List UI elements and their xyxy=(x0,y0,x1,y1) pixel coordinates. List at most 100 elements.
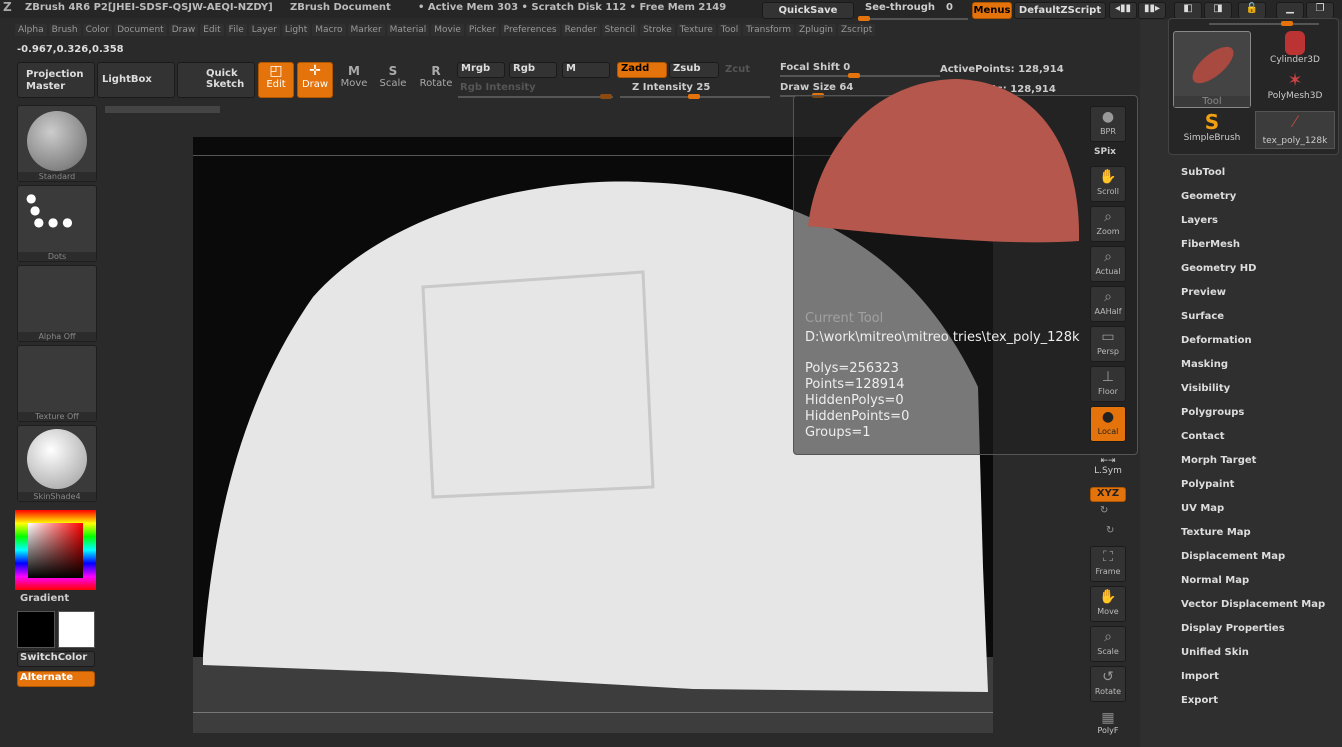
mrgb-button[interactable]: Mrgb xyxy=(457,62,505,78)
tool-menu-export[interactable]: Export xyxy=(1181,695,1325,719)
spix-slider[interactable]: SPix xyxy=(1094,147,1116,157)
scroll-button[interactable]: ✋ Scroll xyxy=(1090,166,1126,202)
menu-tool[interactable]: Tool xyxy=(717,24,742,36)
menu-brush[interactable]: Brush xyxy=(48,24,81,36)
alpha-selector[interactable]: Alpha Off xyxy=(17,265,97,342)
menu-material[interactable]: Material xyxy=(386,24,430,36)
z-rotate-icon[interactable]: ↻ xyxy=(1106,525,1114,536)
y-rotate-icon[interactable]: ↻ xyxy=(1100,505,1108,516)
tool-simplebrush[interactable]: S SimpleBrush xyxy=(1173,111,1251,143)
stroke-selector[interactable]: ● ● ● ● ● Dots xyxy=(17,185,97,262)
actual-button[interactable]: ⌕ Actual xyxy=(1090,246,1126,282)
frame-button[interactable]: ⛶ Frame xyxy=(1090,546,1126,582)
menu-macro[interactable]: Macro xyxy=(312,24,346,36)
menu-alpha[interactable]: Alpha xyxy=(15,24,47,36)
current-tool-thumbnail[interactable]: Tool xyxy=(1173,31,1251,108)
xyz-rotate-button[interactable]: XYZ xyxy=(1090,487,1126,502)
tool-menu-visibility[interactable]: Visibility xyxy=(1181,383,1325,407)
draw-button[interactable]: ✛ Draw xyxy=(297,62,333,98)
tool-menu-contact[interactable]: Contact xyxy=(1181,431,1325,455)
menu-layer[interactable]: Layer xyxy=(248,24,280,36)
material-selector[interactable]: SkinShade4 xyxy=(17,425,97,502)
menu-preferences[interactable]: Preferences xyxy=(500,24,560,36)
menu-color[interactable]: Color xyxy=(82,24,113,36)
tool-menu-fibermesh[interactable]: FiberMesh xyxy=(1181,239,1325,263)
menu-marker[interactable]: Marker xyxy=(347,24,385,36)
projection-master-button[interactable]: Projection Master xyxy=(17,62,95,98)
lock-icon[interactable]: 🔓 xyxy=(1238,2,1266,19)
menu-transform[interactable]: Transform xyxy=(743,24,794,36)
tool-menu-geometry[interactable]: Geometry xyxy=(1181,191,1325,215)
floor-button[interactable]: ⊥ Floor xyxy=(1090,366,1126,402)
menu-light[interactable]: Light xyxy=(281,24,311,36)
tool-menu-import[interactable]: Import xyxy=(1181,671,1325,695)
tool-menu-morph-target[interactable]: Morph Target xyxy=(1181,455,1325,479)
menu-edit[interactable]: Edit xyxy=(200,24,224,36)
scale-view-button[interactable]: ⌕ Scale xyxy=(1090,626,1126,662)
tool-menu-normal-map[interactable]: Normal Map xyxy=(1181,575,1325,599)
menu-render[interactable]: Render xyxy=(561,24,600,36)
polyf-button[interactable]: ▦ PolyF xyxy=(1090,710,1126,735)
menu-zplugin[interactable]: Zplugin xyxy=(796,24,837,36)
minimize-icon[interactable]: ▁ xyxy=(1276,2,1304,19)
tool-menu-subtool[interactable]: SubTool xyxy=(1181,167,1325,191)
rgb-button[interactable]: Rgb xyxy=(509,62,557,78)
tool-menu-unified-skin[interactable]: Unified Skin xyxy=(1181,647,1325,671)
scroll-right-icon[interactable]: ▮▮▸ xyxy=(1138,2,1166,19)
tool-menu-texture-map[interactable]: Texture Map xyxy=(1181,527,1325,551)
tool-tex-poly-128k[interactable]: ⁄ tex_poly_128k xyxy=(1255,111,1335,149)
switch-color-button[interactable]: SwitchColor xyxy=(17,651,95,667)
local-button[interactable]: ● Local xyxy=(1090,406,1126,442)
secondary-color-swatch[interactable] xyxy=(58,611,95,648)
layout-next-icon[interactable]: ◨ xyxy=(1204,2,1232,19)
z-intensity-slider[interactable] xyxy=(620,94,770,99)
zoom-button[interactable]: ⌕ Zoom xyxy=(1090,206,1126,242)
tool-menu-displacement-map[interactable]: Displacement Map xyxy=(1181,551,1325,575)
menu-picker[interactable]: Picker xyxy=(465,24,499,36)
m-button[interactable]: M xyxy=(562,62,610,78)
menu-draw[interactable]: Draw xyxy=(168,24,199,36)
tool-menu-uv-map[interactable]: UV Map xyxy=(1181,503,1325,527)
rotate-button[interactable]: R Rotate xyxy=(418,64,454,89)
tool-menu-surface[interactable]: Surface xyxy=(1181,311,1325,335)
tool-menu-preview[interactable]: Preview xyxy=(1181,287,1325,311)
tool-menu-deformation[interactable]: Deformation xyxy=(1181,335,1325,359)
tool-menu-masking[interactable]: Masking xyxy=(1181,359,1325,383)
zsub-button[interactable]: Zsub xyxy=(669,62,719,78)
see-through-slider[interactable] xyxy=(858,16,968,21)
menu-movie[interactable]: Movie xyxy=(431,24,464,36)
menu-texture[interactable]: Texture xyxy=(676,24,716,36)
tool-menu-display-properties[interactable]: Display Properties xyxy=(1181,623,1325,647)
tool-menu-layers[interactable]: Layers xyxy=(1181,215,1325,239)
quicksave-button[interactable]: QuickSave xyxy=(762,2,854,19)
bpr-button[interactable]: ● BPR xyxy=(1090,106,1126,142)
texture-selector[interactable]: Texture Off xyxy=(17,345,97,422)
restore-icon[interactable]: ❐ xyxy=(1306,2,1334,19)
tool-palette-slider[interactable] xyxy=(1209,21,1319,26)
gradient-label[interactable]: Gradient xyxy=(20,593,69,604)
main-color-swatch[interactable] xyxy=(17,611,55,648)
tool-cylinder3d[interactable]: Cylinder3D xyxy=(1255,31,1335,65)
zcut-button[interactable]: Zcut xyxy=(725,64,750,75)
edit-button[interactable]: ◰ Edit xyxy=(258,62,294,98)
zadd-button[interactable]: Zadd xyxy=(617,62,667,78)
persp-button[interactable]: ▭ Persp xyxy=(1090,326,1126,362)
layout-prev-icon[interactable]: ◧ xyxy=(1174,2,1202,19)
scale-button[interactable]: S Scale xyxy=(378,64,408,89)
canvas-scrollbar[interactable] xyxy=(105,106,220,113)
move-button[interactable]: M Move xyxy=(339,64,369,89)
rgb-intensity-slider[interactable] xyxy=(458,94,613,99)
rotate-view-button[interactable]: ↺ Rotate xyxy=(1090,666,1126,702)
alternate-button[interactable]: Alternate xyxy=(17,671,95,687)
tool-menu-vector-displacement-map[interactable]: Vector Displacement Map xyxy=(1181,599,1325,623)
tool-menu-polygroups[interactable]: Polygroups xyxy=(1181,407,1325,431)
scroll-left-icon[interactable]: ◂▮▮ xyxy=(1109,2,1137,19)
lsym-button[interactable]: ⇤⇥ L.Sym xyxy=(1090,456,1126,476)
tool-polymesh3d[interactable]: ✶ PolyMesh3D xyxy=(1255,71,1335,102)
lightbox-button[interactable]: LightBox xyxy=(97,62,175,98)
menus-button[interactable]: Menus xyxy=(972,2,1012,19)
menu-stroke[interactable]: Stroke xyxy=(640,24,675,36)
aahalf-button[interactable]: ⌕ AAHalf xyxy=(1090,286,1126,322)
zscript-button[interactable]: DefaultZScript xyxy=(1014,2,1106,19)
menu-file[interactable]: File xyxy=(225,24,247,36)
